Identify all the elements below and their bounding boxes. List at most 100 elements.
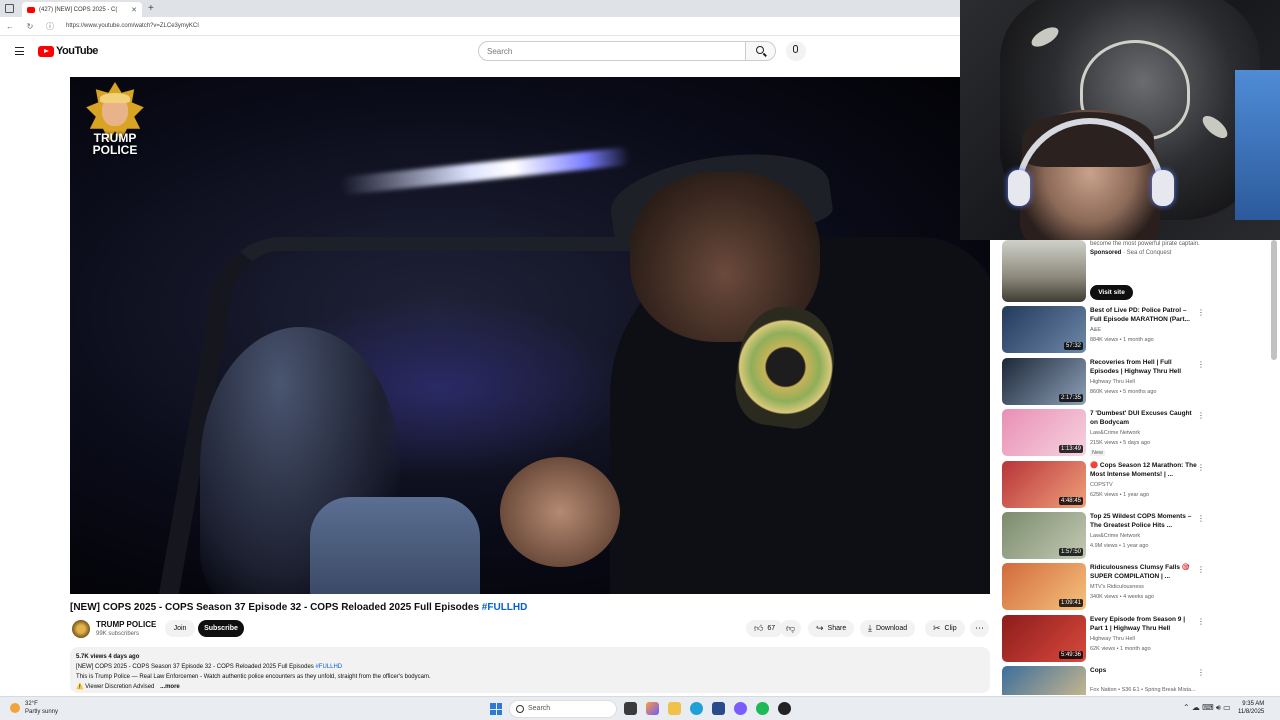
microphone-icon bbox=[793, 45, 798, 53]
youtube-header: YouTube Search bbox=[0, 36, 960, 66]
recommendation-thumbnail[interactable]: 4:48:45 bbox=[1002, 461, 1086, 508]
recommendation-title[interactable]: Best of Live PD: Police Patrol – Full Ep… bbox=[1090, 306, 1198, 324]
clip-label: Clip bbox=[944, 625, 957, 632]
visit-site-button[interactable]: Visit site bbox=[1090, 285, 1133, 300]
channel-avatar[interactable] bbox=[72, 620, 90, 638]
clip-button[interactable]: ✂ Clip bbox=[925, 620, 965, 637]
recommendation-item[interactable]: 57:32 Best of Live PD: Police Patrol – Fu… bbox=[1002, 306, 1207, 354]
video-channel-logo: TRUMP POLICE bbox=[78, 82, 152, 164]
more-options-icon[interactable]: ⋮ bbox=[1197, 565, 1205, 574]
recommendation-item[interactable]: 2:17:35 Recoveries from Hell | Full Episo… bbox=[1002, 358, 1207, 406]
recommendation-item[interactable]: Cops Fox Nation • S36 E1 • Spring Break M… bbox=[1002, 666, 1207, 695]
more-options-icon[interactable]: ⋮ bbox=[1197, 360, 1205, 369]
taskbar-search[interactable]: Search bbox=[509, 700, 617, 718]
recommendation-channel[interactable]: Law&Crime Network bbox=[1090, 430, 1140, 436]
more-options-icon[interactable]: ⋮ bbox=[1197, 463, 1205, 472]
recommendation-channel[interactable]: Highway Thru Hell bbox=[1090, 636, 1135, 642]
more-options-icon[interactable]: ⋮ bbox=[1197, 668, 1205, 677]
sponsored-label: Sponsored bbox=[1090, 250, 1122, 256]
ad-thumbnail[interactable] bbox=[1002, 240, 1086, 302]
recommendation-thumbnail[interactable]: 1:09:41 bbox=[1002, 563, 1086, 610]
url-field[interactable]: https://www.youtube.com/watch?v=ZLCe3ymy… bbox=[66, 23, 199, 29]
recommendation-item[interactable]: 4:48:45 🔴 Cops Season 12 Marathon: The Mo… bbox=[1002, 461, 1207, 509]
recommendation-title[interactable]: 7 'Dumbest' DUI Excuses Caught on Bodyca… bbox=[1090, 409, 1198, 427]
voice-search-button[interactable] bbox=[786, 41, 806, 61]
store-icon[interactable] bbox=[712, 702, 725, 715]
more-options-icon[interactable]: ⋮ bbox=[1197, 617, 1205, 626]
more-actions-button[interactable]: ⋯ bbox=[970, 620, 989, 637]
video-player[interactable]: TRUMP POLICE bbox=[70, 77, 990, 594]
recommendation-item[interactable]: 1:57:50 Top 25 Wildest COPS Moments – The… bbox=[1002, 512, 1207, 560]
recommendation-channel[interactable]: Highway Thru Hell bbox=[1090, 379, 1135, 385]
youtube-logo[interactable]: YouTube bbox=[38, 45, 98, 57]
channel-name[interactable]: TRUMP POLICE bbox=[96, 620, 156, 629]
recommendation-thumbnail[interactable] bbox=[1002, 666, 1086, 695]
recommendation-thumbnail[interactable]: 57:32 bbox=[1002, 306, 1086, 353]
download-label: Download bbox=[875, 625, 908, 632]
recommendation-meta: 860K views • 5 months ago bbox=[1090, 389, 1157, 395]
recommendation-item[interactable]: 1:09:41 Ridiculousness Clumsy Falls 🎯 SUP… bbox=[1002, 563, 1207, 611]
sidebar-scrollbar[interactable] bbox=[1271, 240, 1277, 360]
taskbar-clock[interactable]: 9:35 AM 11/8/2025 bbox=[1238, 700, 1264, 716]
recommendation-title[interactable]: Ridiculousness Clumsy Falls 🎯 SUPER COMP… bbox=[1090, 563, 1198, 581]
weather-widget[interactable]: 32°F Partly sunny bbox=[10, 700, 58, 716]
recommendation-channel[interactable]: Law&Crime Network bbox=[1090, 533, 1140, 539]
hamburger-menu-icon[interactable] bbox=[15, 47, 24, 55]
address-bar: ← ↻ ⓘ https://www.youtube.com/watch?v=ZL… bbox=[0, 17, 960, 36]
recommendation-thumbnail[interactable]: 1:57:50 bbox=[1002, 512, 1086, 559]
recommendation-thumbnail[interactable]: 5:49:36 bbox=[1002, 615, 1086, 662]
task-view-icon[interactable] bbox=[624, 702, 637, 715]
new-tab-icon[interactable]: + bbox=[148, 3, 154, 14]
headset-left-cup bbox=[1008, 170, 1030, 206]
download-button[interactable]: ⤓ Download bbox=[860, 620, 916, 637]
dislike-button[interactable]: 👎︎ bbox=[780, 620, 802, 637]
recommendation-title[interactable]: Recoveries from Hell | Full Episodes | H… bbox=[1090, 358, 1198, 376]
recommendation-channel[interactable]: MTV's Ridiculousness bbox=[1090, 584, 1144, 590]
like-count: 67 bbox=[767, 625, 776, 632]
description-box[interactable]: 5.7K views 4 days ago [NEW] COPS 2025 - … bbox=[70, 647, 990, 693]
badge-hair bbox=[100, 93, 130, 103]
spotify-icon[interactable] bbox=[756, 702, 769, 715]
video-duration: 1:13:49 bbox=[1058, 445, 1083, 453]
show-more-link[interactable]: ...more bbox=[160, 684, 180, 690]
subscribe-button[interactable]: Subscribe bbox=[198, 620, 244, 637]
recommendation-thumbnail[interactable]: 2:17:35 bbox=[1002, 358, 1086, 405]
tab-title: (427) [NEW] COPS 2025 - C( bbox=[39, 6, 118, 13]
recommendation-item[interactable]: 1:13:49 7 'Dumbest' DUI Excuses Caught on… bbox=[1002, 409, 1207, 457]
search-input[interactable]: Search bbox=[478, 41, 746, 61]
join-button[interactable]: Join bbox=[165, 620, 195, 637]
recommendation-title[interactable]: 🔴 Cops Season 12 Marathon: The Most Inte… bbox=[1090, 461, 1198, 479]
more-options-icon[interactable]: ⋮ bbox=[1197, 308, 1205, 317]
windows-start-icon[interactable] bbox=[490, 703, 502, 715]
file-explorer-icon[interactable] bbox=[668, 702, 681, 715]
obs-icon[interactable] bbox=[778, 702, 791, 715]
recommendation-thumbnail[interactable]: 1:13:49 bbox=[1002, 409, 1086, 456]
discord-icon[interactable] bbox=[734, 702, 747, 715]
recommendation-item[interactable]: 5:49:36 Every Episode from Season 9 | Par… bbox=[1002, 615, 1207, 663]
search-button[interactable] bbox=[746, 41, 776, 61]
recommendation-title[interactable]: Top 25 Wildest COPS Moments – The Greate… bbox=[1090, 512, 1198, 530]
recommendation-title[interactable]: Every Episode from Season 9 | Part 1 | H… bbox=[1090, 615, 1198, 633]
reload-icon[interactable]: ↻ bbox=[20, 22, 40, 31]
recommendation-channel[interactable]: A&E bbox=[1090, 327, 1101, 333]
recommendation-meta: 884K views • 1 month ago bbox=[1090, 337, 1154, 343]
hashtag-link[interactable]: #FULLHD bbox=[482, 602, 528, 613]
share-button[interactable]: ↪ Share bbox=[808, 620, 855, 637]
recommendation-channel[interactable]: COPSTV bbox=[1090, 482, 1113, 488]
window-menu-icon[interactable] bbox=[5, 4, 14, 13]
close-tab-icon[interactable]: ✕ bbox=[131, 6, 137, 14]
recommendation-channel[interactable]: Fox Nation • S36 E1 • Spring Break Mista… bbox=[1090, 687, 1196, 693]
browser-tab-youtube[interactable]: (427) [NEW] COPS 2025 - C( ✕ bbox=[22, 2, 142, 17]
description-hashtag-link[interactable]: #FULLHD bbox=[315, 664, 342, 670]
copilot-icon[interactable] bbox=[646, 702, 659, 715]
edge-browser-icon[interactable] bbox=[690, 702, 703, 715]
back-icon[interactable]: ← bbox=[0, 22, 20, 31]
more-options-icon[interactable]: ⋮ bbox=[1197, 411, 1205, 420]
recommendation-meta: 4.9M views • 1 year ago bbox=[1090, 543, 1149, 549]
site-info-icon[interactable]: ⓘ bbox=[40, 21, 60, 32]
more-options-icon[interactable]: ⋮ bbox=[1197, 514, 1205, 523]
system-tray[interactable]: ⌃ ☁ ⌨ 🔊︎ ▭ bbox=[1183, 703, 1231, 713]
video-duration: 1:09:41 bbox=[1058, 599, 1083, 607]
recommendation-title[interactable]: Cops bbox=[1090, 666, 1198, 675]
like-button[interactable]: 👍︎ 67 bbox=[746, 620, 784, 637]
